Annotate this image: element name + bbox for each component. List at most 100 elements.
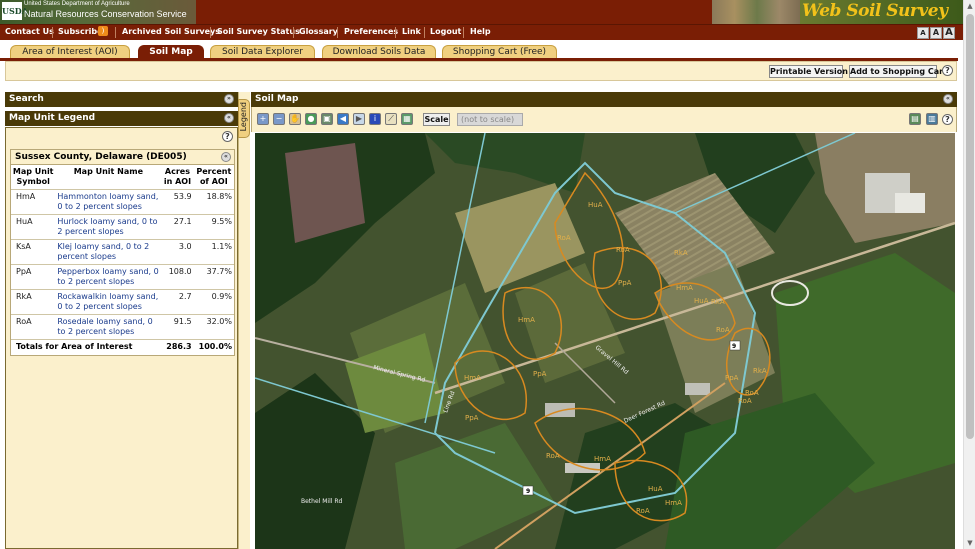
map-unit-name-link[interactable]: Klej loamy sand, 0 to 2 percent slopes [55, 239, 162, 265]
tab-soil-map[interactable]: Soil Map [138, 45, 204, 59]
nav-divider [424, 27, 425, 38]
pan-hand-icon[interactable]: ✋ [289, 113, 301, 125]
map-unit-label[interactable]: RoA [745, 389, 759, 397]
map-unit-label[interactable]: RoA [738, 397, 752, 405]
identify-info-icon[interactable]: i [369, 113, 381, 125]
tab-shopping-cart[interactable]: Shopping Cart (Free) [442, 45, 557, 59]
map-unit-label[interactable]: HmA [676, 284, 693, 292]
map-unit-label[interactable]: HmA [464, 374, 481, 382]
nav-archived-soil-surveys[interactable]: Archived Soil Surveys [122, 27, 220, 36]
zoom-in-icon[interactable]: + [257, 113, 269, 125]
nav-logout[interactable]: Logout [430, 27, 461, 36]
soil-map-view[interactable]: HuA RoA RoA RkA PpA HmA HmA HuA RkA RoA … [255, 133, 955, 549]
zoom-to-aoi-icon[interactable]: ▣ [321, 113, 333, 125]
map-unit-name-link[interactable]: Rosedale loamy sand, 0 to 2 percent slop… [55, 314, 162, 340]
map-unit-label[interactable]: RkA [753, 367, 767, 375]
banner-photo-strip [712, 0, 802, 24]
nav-preferences[interactable]: Preferences [344, 27, 398, 36]
nav-divider [210, 27, 211, 38]
next-extent-icon[interactable]: ▶ [353, 113, 365, 125]
scroll-down-icon[interactable]: ▼ [966, 539, 974, 547]
search-panel-header[interactable]: Search » [5, 92, 238, 107]
top-nav: Contact Us Subscribe ) Archived Soil Sur… [0, 24, 963, 40]
nav-divider [52, 27, 53, 38]
zoom-out-icon[interactable]: − [273, 113, 285, 125]
map-unit-label[interactable]: RoA [546, 452, 560, 460]
tab-soil-data-explorer[interactable]: Soil Data Explorer [210, 45, 315, 59]
county-name: Sussex County, Delaware (DE005) [15, 152, 187, 162]
map-unit-label[interactable]: PpA [465, 414, 479, 422]
collapse-map-icon[interactable]: « [943, 94, 953, 104]
scroll-up-icon[interactable]: ▲ [966, 2, 974, 10]
left-panel: Search » Map Unit Legend « ? Sussex Coun… [5, 92, 238, 549]
map-unit-name-link[interactable]: Hurlock loamy sand, 0 to 2 percent slope… [55, 214, 162, 240]
totals-label: Totals for Area of Interest [11, 339, 162, 354]
printable-version-button[interactable]: Printable Version [769, 65, 848, 78]
acres-value: 27.1 [161, 214, 194, 240]
legend-view-icon[interactable]: ▥ [926, 113, 938, 125]
map-unit-name-link[interactable]: Pepperbox loamy sand, 0 to 2 percent slo… [55, 264, 162, 290]
map-unit-label[interactable]: HuA [648, 485, 663, 493]
map-unit-label[interactable]: HmA [665, 499, 682, 507]
legend-side-tab[interactable]: Legend [238, 99, 250, 138]
legend-help-icon[interactable]: ? [222, 131, 233, 142]
map-view-icon[interactable]: ▤ [909, 113, 921, 125]
map-unit-label[interactable]: HuA [588, 201, 603, 209]
map-unit-label[interactable]: PpA [725, 374, 739, 382]
scale-field[interactable]: (not to scale) [457, 113, 523, 126]
map-unit-label[interactable]: HmA [594, 455, 611, 463]
collapse-county-icon[interactable]: « [221, 152, 231, 162]
usda-mark: USDA [2, 2, 28, 20]
nav-contact-us[interactable]: Contact Us [5, 27, 54, 36]
table-row: HuA Hurlock loamy sand, 0 to 2 percent s… [11, 214, 234, 240]
app-logo: Web Soil Survey [800, 0, 963, 24]
expand-icon[interactable]: » [224, 94, 234, 104]
collapse-icon[interactable]: « [224, 113, 234, 123]
map-unit-label[interactable]: RoA [616, 246, 630, 254]
legend-splitter[interactable] [238, 92, 250, 549]
tab-area-of-interest[interactable]: Area of Interest (AOI) [10, 45, 130, 59]
font-size-large-button[interactable]: A [943, 27, 955, 39]
help-icon[interactable]: ? [942, 65, 953, 76]
add-to-cart-button[interactable]: Add to Shopping Cart [849, 65, 947, 78]
map-unit-name-link[interactable]: Rockawalkin loamy sand, 0 to 2 percent s… [55, 289, 162, 315]
map-unit-label[interactable]: HmA [518, 316, 535, 324]
scroll-thumb[interactable] [966, 14, 974, 439]
soil-map-canvas[interactable]: HuA RoA RoA RkA PpA HmA HmA HuA RkA RoA … [255, 133, 955, 549]
county-title[interactable]: Sussex County, Delaware (DE005) « [11, 150, 234, 165]
measure-ruler-icon[interactable]: ⟋ [385, 113, 397, 125]
acres-value: 53.9 [161, 189, 194, 215]
rss-icon[interactable]: ) [98, 26, 108, 36]
map-help-icon[interactable]: ? [942, 114, 953, 125]
page-scrollbar[interactable]: ▲ ▼ [963, 0, 975, 549]
nav-soil-survey-status[interactable]: Soil Survey Status [217, 27, 300, 36]
map-unit-label[interactable]: HuA [694, 297, 709, 305]
map-unit-name-link[interactable]: Hammonton loamy sand, 0 to 2 percent slo… [55, 189, 162, 215]
nav-subscribe[interactable]: Subscribe [58, 27, 103, 36]
soil-map-title: Soil Map [255, 94, 299, 104]
map-unit-label[interactable]: RoA [716, 326, 730, 334]
nav-help[interactable]: Help [470, 27, 491, 36]
map-unit-label[interactable]: RoA [636, 507, 650, 515]
map-unit-label[interactable]: RkA [711, 298, 725, 306]
clear-map-icon[interactable]: ▦ [401, 113, 413, 125]
map-unit-label[interactable]: PpA [533, 370, 547, 378]
nav-link[interactable]: Link [402, 27, 421, 36]
scale-button[interactable]: Scale [423, 113, 450, 126]
main-tabs: Area of Interest (AOI) Soil Map Soil Dat… [0, 40, 963, 59]
full-extent-globe-icon[interactable]: ● [305, 113, 317, 125]
map-unit-symbol: HmA [11, 189, 56, 215]
usda-logo[interactable]: USDA United States Department of Agricul… [0, 0, 196, 24]
nav-glossary[interactable]: Glossary [299, 27, 338, 36]
tab-download-soils-data[interactable]: Download Soils Data [322, 45, 436, 59]
legend-panel-header[interactable]: Map Unit Legend « [5, 111, 238, 126]
soil-map-header: Soil Map « [251, 92, 957, 107]
previous-extent-icon[interactable]: ◀ [337, 113, 349, 125]
building [895, 193, 925, 213]
map-unit-label[interactable]: RkA [674, 249, 688, 257]
map-unit-label[interactable]: RoA [557, 234, 571, 242]
col-name: Map Unit Name [73, 167, 143, 176]
font-size-small-button[interactable]: A [917, 27, 929, 39]
map-unit-label[interactable]: PpA [618, 279, 632, 287]
font-size-medium-button[interactable]: A [930, 27, 942, 39]
